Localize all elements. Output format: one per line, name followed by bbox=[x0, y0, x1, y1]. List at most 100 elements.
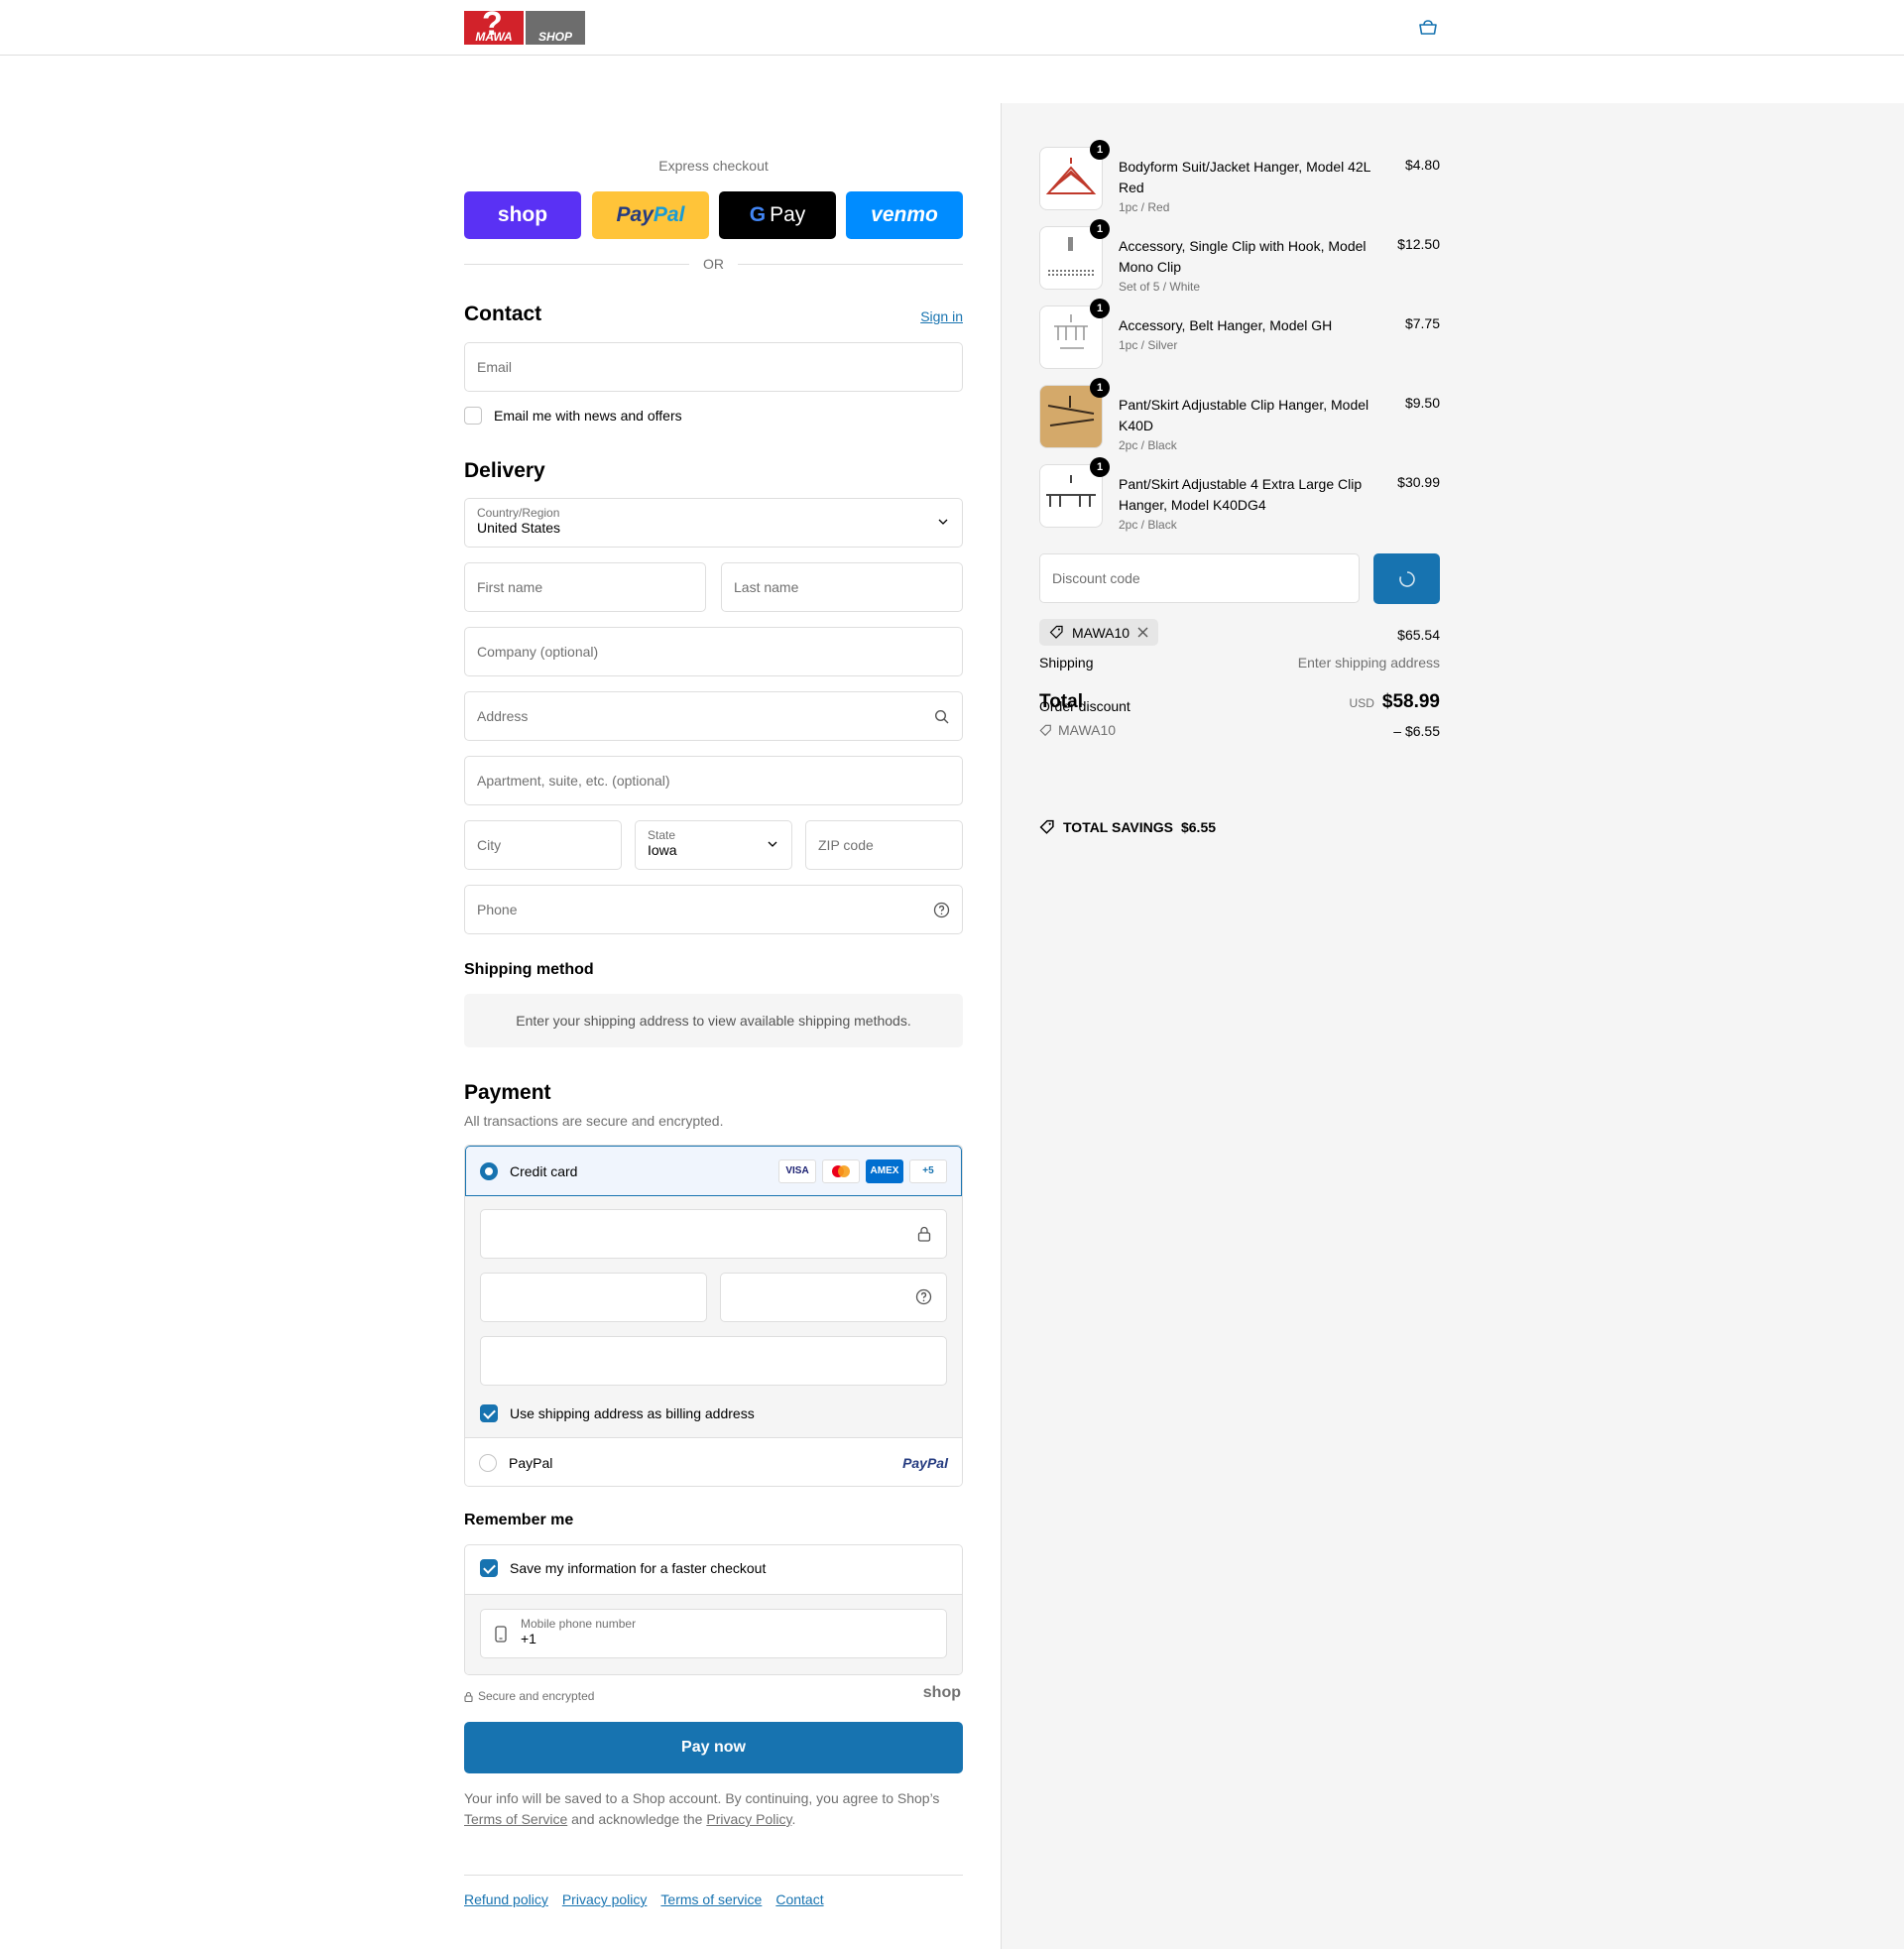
billing-checkbox[interactable] bbox=[480, 1404, 498, 1422]
help-icon[interactable] bbox=[933, 902, 950, 918]
paypal-label-a: Pay bbox=[616, 203, 654, 226]
quantity-badge: 1 bbox=[1090, 378, 1110, 398]
save-info-toggle[interactable]: Save my information for a faster checkou… bbox=[480, 1559, 766, 1577]
first-name-field[interactable]: First name bbox=[464, 562, 706, 612]
country-select[interactable]: Country/Region United States bbox=[464, 498, 963, 548]
shipping-value: Enter shipping address bbox=[1297, 655, 1440, 670]
savings-value: $6.55 bbox=[1180, 819, 1217, 835]
save-info-checkbox[interactable] bbox=[480, 1559, 498, 1577]
quantity-badge: 1 bbox=[1090, 140, 1110, 160]
contact-link[interactable]: Contact bbox=[775, 1891, 823, 1907]
email-placeholder: Email bbox=[477, 359, 513, 375]
last-name-placeholder: Last name bbox=[734, 579, 799, 595]
shop-pay-button[interactable]: shop bbox=[464, 191, 581, 239]
tag-icon bbox=[1039, 724, 1051, 736]
applied-code-tag: MAWA10 bbox=[1039, 619, 1159, 646]
expiration-field[interactable] bbox=[480, 1273, 707, 1322]
last-name-field[interactable]: Last name bbox=[721, 562, 963, 612]
item-variant: Set of 5 / White bbox=[1119, 280, 1201, 294]
paypal-logo: PayPal bbox=[902, 1455, 948, 1471]
item-price: $7.75 bbox=[1404, 315, 1440, 331]
paypal-option[interactable]: PayPal PayPal bbox=[465, 1437, 962, 1486]
sign-in-link[interactable]: Sign in bbox=[920, 308, 963, 324]
consent-text: Your info will be saved to a Shop accoun… bbox=[464, 1788, 963, 1830]
apply-discount-button[interactable] bbox=[1373, 553, 1440, 604]
mobile-phone-field[interactable]: Mobile phone number +1 bbox=[480, 1609, 947, 1658]
remove-code-icon[interactable] bbox=[1137, 627, 1148, 638]
payment-subtitle: All transactions are secure and encrypte… bbox=[464, 1113, 724, 1129]
shipping-method-title: Shipping method bbox=[464, 961, 594, 978]
security-code-field[interactable] bbox=[720, 1273, 947, 1322]
news-checkbox[interactable] bbox=[464, 407, 482, 425]
credit-card-form: Use shipping address as billing address bbox=[465, 1196, 962, 1437]
amex-icon: AMEX bbox=[866, 1158, 903, 1183]
pay-now-button[interactable]: Pay now bbox=[464, 1722, 963, 1773]
google-g-icon: G bbox=[749, 203, 767, 226]
shop-pay-label: shop bbox=[497, 203, 548, 226]
item-name: Accessory, Belt Hanger, Model GH bbox=[1119, 317, 1333, 333]
item-price: $30.99 bbox=[1397, 474, 1440, 490]
lock-icon bbox=[917, 1226, 931, 1242]
zip-placeholder: ZIP code bbox=[818, 837, 874, 853]
company-field[interactable]: Company (optional) bbox=[464, 627, 963, 676]
discount-code-field[interactable]: Discount code bbox=[1039, 553, 1360, 603]
paypal-label-b: Pal bbox=[653, 203, 685, 226]
footer-links: Refund policy Privacy policy Terms of se… bbox=[464, 1875, 963, 1907]
store-logo[interactable]: MAWA SHOP bbox=[464, 5, 585, 45]
quantity-badge: 1 bbox=[1090, 457, 1110, 477]
state-label: State bbox=[648, 828, 676, 842]
item-variant: 1pc / Silver bbox=[1119, 338, 1178, 352]
email-field[interactable]: Email bbox=[464, 342, 963, 392]
line-item: 1 Bodyform Suit/Jacket Hanger, Model 42L… bbox=[1039, 140, 1440, 214]
billing-address-toggle[interactable]: Use shipping address as billing address bbox=[480, 1404, 755, 1422]
news-opt-in[interactable]: Email me with news and offers bbox=[464, 407, 682, 425]
city-field[interactable]: City bbox=[464, 820, 622, 870]
state-select[interactable]: State Iowa bbox=[635, 820, 792, 870]
google-pay-button[interactable]: G Pay bbox=[719, 191, 836, 239]
item-price: $9.50 bbox=[1404, 395, 1440, 411]
cart-icon[interactable] bbox=[1418, 19, 1438, 37]
zip-field[interactable]: ZIP code bbox=[805, 820, 963, 870]
spinner-icon bbox=[1398, 570, 1415, 587]
consent-pre: Your info will be saved to a Shop accoun… bbox=[464, 1790, 940, 1806]
venmo-button[interactable]: venmo bbox=[846, 191, 963, 239]
secure-text: Secure and encrypted bbox=[478, 1689, 595, 1703]
chevron-down-icon bbox=[768, 841, 777, 847]
discount-line: MAWA10 bbox=[1039, 722, 1116, 738]
secure-badge: Secure and encrypted bbox=[464, 1689, 594, 1703]
apartment-field[interactable]: Apartment, suite, etc. (optional) bbox=[464, 756, 963, 805]
payment-methods: Credit card VISA AMEX +5 Use shipping ad… bbox=[464, 1145, 963, 1487]
mastercard-icon bbox=[822, 1158, 860, 1183]
country-value: United States bbox=[477, 520, 561, 536]
credit-card-radio[interactable] bbox=[480, 1161, 498, 1180]
or-divider: OR bbox=[464, 256, 963, 272]
total-value-row: USD $58.99 bbox=[1350, 691, 1440, 713]
item-name: Pant/Skirt Adjustable Clip Hanger, Model… bbox=[1119, 397, 1369, 433]
shipping-label: Shipping bbox=[1039, 655, 1094, 670]
pay-now-label: Pay now bbox=[681, 1739, 746, 1756]
credit-card-option[interactable]: Credit card VISA AMEX +5 bbox=[465, 1146, 962, 1196]
privacy-policy-link[interactable]: Privacy policy bbox=[562, 1891, 648, 1907]
more-cards-badge: +5 bbox=[909, 1158, 947, 1183]
phone-field[interactable]: Phone bbox=[464, 885, 963, 934]
paypal-button[interactable]: Pay Pal bbox=[592, 191, 709, 239]
shop-terms-link[interactable]: Terms of Service bbox=[464, 1811, 567, 1827]
item-name: Pant/Skirt Adjustable 4 Extra Large Clip… bbox=[1119, 476, 1363, 513]
line-item: 1 Pant/Skirt Adjustable Clip Hanger, Mod… bbox=[1039, 378, 1440, 452]
help-icon[interactable] bbox=[915, 1288, 932, 1305]
product-thumbnail: 1 bbox=[1039, 219, 1110, 290]
shop-logo: shop bbox=[922, 1684, 961, 1701]
remember-me-title: Remember me bbox=[464, 1512, 574, 1528]
quantity-badge: 1 bbox=[1090, 219, 1110, 239]
refund-policy-link[interactable]: Refund policy bbox=[464, 1891, 548, 1907]
terms-of-service-link[interactable]: Terms of service bbox=[660, 1891, 762, 1907]
chevron-down-icon bbox=[938, 519, 948, 525]
logo-mawa: MAWA bbox=[464, 5, 524, 45]
card-number-field[interactable] bbox=[480, 1209, 947, 1259]
line-item: 1 Accessory, Single Clip with Hook, Mode… bbox=[1039, 219, 1440, 294]
name-on-card-field[interactable] bbox=[480, 1336, 947, 1386]
lock-icon bbox=[464, 1691, 473, 1702]
address-field[interactable]: Address bbox=[464, 691, 963, 741]
shop-privacy-link[interactable]: Privacy Policy bbox=[706, 1811, 791, 1827]
paypal-radio[interactable] bbox=[479, 1454, 497, 1472]
